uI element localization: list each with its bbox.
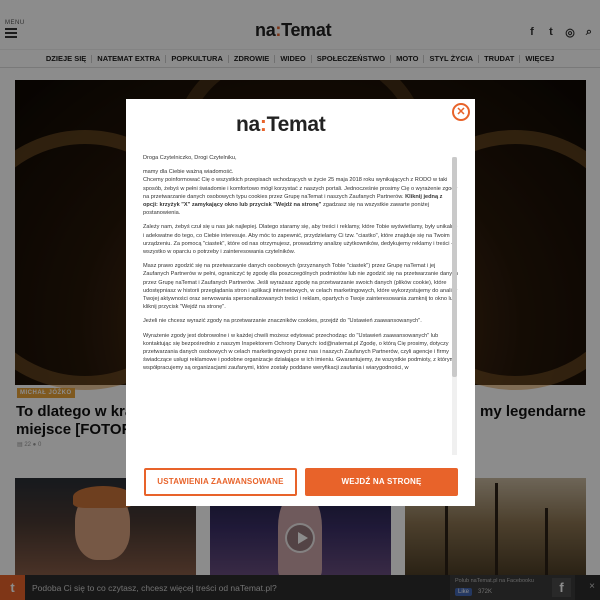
consent-paragraph: Jeżeli nie chcesz wyrazić zgody na przet… [143,318,422,325]
advanced-settings-button[interactable]: USTAWIENIA ZAAWANSOWANE [144,468,297,496]
consent-paragraph: Zależy nam, żebyś czuł się u nas jak naj… [143,224,458,256]
consent-paragraph: Wyrażenie zgody jest dobrowolne i w każd… [143,332,456,372]
consent-paragraph: mamy dla Ciebie ważną wiadomość. Chcemy … [143,168,458,217]
consent-line: mamy dla Ciebie ważną wiadomość. [143,169,234,176]
modal-logo-colon: : [259,113,267,136]
greeting: Droga Czytelniczko, Drogi Czytelniku, [143,155,237,161]
consent-modal: ✕ na:Temat Droga Czytelniczko, Drogi Czy… [126,99,475,506]
close-icon[interactable]: ✕ [452,103,470,121]
modal-logo-text: na [236,113,260,136]
consent-text[interactable]: Droga Czytelniczko, Drogi Czytelniku, ma… [143,154,458,456]
consent-paragraph: Masz prawo zgodzić się na przetwarzanie … [143,263,458,311]
scrollbar-thumb[interactable] [452,157,457,377]
modal-logo-text-end: Temat [266,113,326,136]
modal-logo: na:Temat [236,113,326,137]
scrollbar[interactable] [452,157,457,455]
enter-site-button[interactable]: WEJDŹ NA STRONĘ [305,468,458,496]
